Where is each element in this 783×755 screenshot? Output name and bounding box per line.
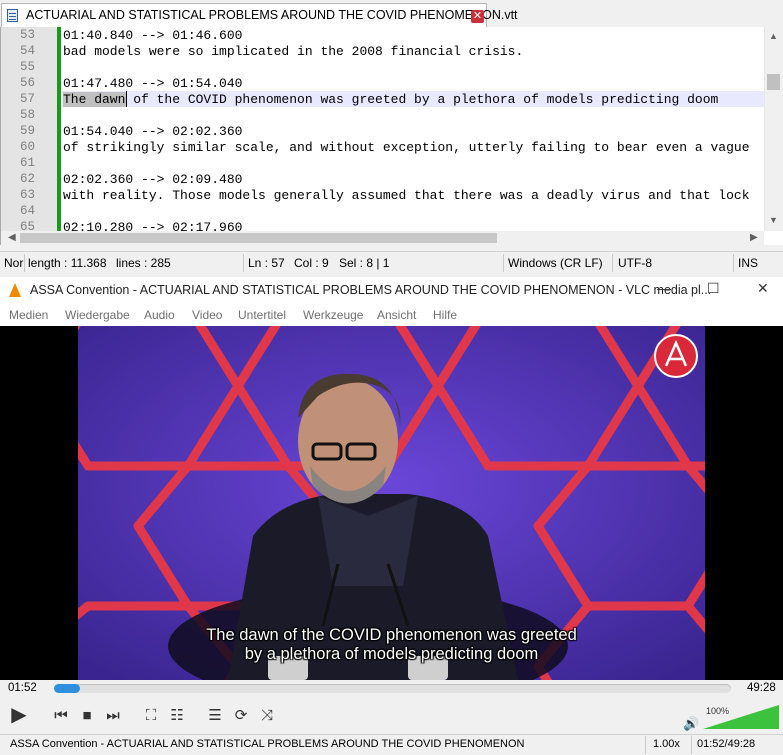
stop-button[interactable]: ■: [74, 702, 100, 728]
status-length: length : 11.368: [28, 256, 107, 270]
volume-icon[interactable]: 🔊: [683, 716, 699, 732]
line-number: 62: [19, 172, 35, 186]
editor-tab-title: ACTUARIAL AND STATISTICAL PROBLEMS AROUN…: [26, 8, 518, 22]
play-button[interactable]: ▶: [6, 701, 32, 727]
shuffle-icon[interactable]: ⤨: [254, 702, 280, 728]
line-number: 55: [19, 60, 35, 74]
menu-ansicht[interactable]: Ansicht: [377, 308, 416, 322]
editor-tab[interactable]: ACTUARIAL AND STATISTICAL PROBLEMS AROUN…: [1, 3, 518, 27]
status-sel: Sel : 8 | 1: [339, 256, 390, 270]
playback-controls: ▶ ⏮ ■ ⏭ ⛶ ☷ ☰ ⟳ ⤨: [0, 698, 783, 734]
code-line[interactable]: with reality. Those models generally ass…: [63, 188, 750, 203]
status-col: Col : 9: [294, 256, 329, 270]
scroll-up-icon[interactable]: ▲: [769, 31, 778, 41]
editor-text-area[interactable]: 53 01:40.840 --> 01:46.600 54 bad models…: [0, 27, 783, 245]
minimize-button[interactable]: —: [657, 280, 671, 296]
horizontal-scrollbar[interactable]: ◀ ▶: [1, 231, 764, 245]
status-line: Ln : 57: [248, 256, 285, 270]
seek-slider[interactable]: [54, 684, 731, 693]
status-eol[interactable]: Windows (CR LF): [508, 256, 603, 270]
video-frame[interactable]: The dawn of the COVID phenomenon was gre…: [78, 326, 705, 680]
menu-audio[interactable]: Audio: [144, 308, 175, 322]
status-file-type: Nor: [4, 256, 24, 270]
scroll-right-icon[interactable]: ▶: [750, 232, 758, 243]
total-time[interactable]: 49:28: [747, 682, 776, 694]
status-media-title: ASSA Convention - ACTUARIAL AND STATISTI…: [10, 738, 525, 750]
scroll-left-icon[interactable]: ◀: [8, 232, 16, 243]
menu-medien[interactable]: Medien: [9, 308, 48, 322]
menu-untertitel[interactable]: Untertitel: [238, 308, 286, 322]
elapsed-time[interactable]: 01:52: [8, 682, 37, 694]
subtitle-line: by a plethora of models predicting doom: [244, 645, 539, 663]
menu-werkzeuge[interactable]: Werkzeuge: [303, 308, 363, 322]
horizontal-scroll-thumb[interactable]: [20, 233, 497, 243]
video-area[interactable]: The dawn of the COVID phenomenon was gre…: [0, 326, 783, 680]
subtitle-line: The dawn of the COVID phenomenon was gre…: [206, 626, 577, 644]
file-icon: [7, 9, 18, 22]
code-line[interactable]: 02:02.360 --> 02:09.480: [63, 172, 242, 187]
playback-speed[interactable]: 1.00x: [653, 738, 680, 750]
menu-hilfe[interactable]: Hilfe: [433, 308, 457, 322]
next-button[interactable]: ⏭: [100, 702, 126, 728]
line-number: 53: [19, 28, 35, 42]
close-icon[interactable]: ✕: [471, 10, 484, 23]
change-history-bar: [57, 27, 61, 231]
vlc-window-title: ASSA Convention - ACTUARIAL AND STATISTI…: [30, 283, 712, 297]
menu-wiedergabe[interactable]: Wiedergabe: [65, 308, 130, 322]
status-encoding[interactable]: UTF-8: [618, 256, 652, 270]
scroll-down-icon[interactable]: ▼: [769, 215, 778, 225]
code-line[interactable]: 01:54.040 --> 02:02.360: [63, 124, 242, 139]
line-number: 64: [19, 204, 35, 218]
line-number: 54: [19, 44, 35, 58]
line-number: 60: [19, 140, 35, 154]
code-line[interactable]: of strikingly similar scale, and without…: [63, 140, 750, 155]
code-line[interactable]: The dawn of the COVID phenomenon was gre…: [63, 92, 718, 107]
subtitle-overlay: The dawn of the COVID phenomenon was gre…: [78, 626, 705, 664]
fullscreen-icon[interactable]: ⛶: [138, 702, 164, 728]
vlc-menu-bar: Medien Wiedergabe Audio Video Untertitel…: [0, 304, 783, 326]
line-number: 57: [19, 92, 35, 106]
status-lines: lines : 285: [116, 256, 171, 270]
extended-settings-icon[interactable]: ☷: [164, 702, 190, 728]
vertical-scrollbar[interactable]: ▲ ▼: [764, 27, 783, 231]
code-line[interactable]: 01:40.840 --> 01:46.600: [63, 28, 242, 43]
code-line[interactable]: bad models were so implicated in the 200…: [63, 44, 523, 59]
line-number: 56: [19, 76, 35, 90]
vlc-cone-icon: [9, 283, 21, 297]
playlist-icon[interactable]: ☰: [202, 702, 228, 728]
maximize-button[interactable]: ☐: [707, 280, 720, 297]
code-line[interactable]: 01:47.480 --> 01:54.040: [63, 76, 242, 91]
menu-video[interactable]: Video: [192, 308, 222, 322]
line-number: 58: [19, 108, 35, 122]
previous-button[interactable]: ⏮: [48, 702, 74, 728]
seek-progress: [54, 684, 80, 693]
status-insert-mode[interactable]: INS: [738, 256, 758, 270]
volume-slider[interactable]: [703, 705, 779, 729]
vlc-status-bar: ASSA Convention - ACTUARIAL AND STATISTI…: [0, 734, 783, 755]
close-button[interactable]: ✕: [757, 280, 769, 297]
editor-status-bar: Nor length : 11.368 lines : 285 Ln : 57 …: [0, 251, 783, 274]
loop-icon[interactable]: ⟳: [228, 702, 254, 728]
line-number: 59: [19, 124, 35, 138]
line-number: 61: [19, 156, 35, 170]
status-time[interactable]: 01:52/49:28: [697, 738, 755, 750]
vertical-scroll-thumb[interactable]: [767, 74, 780, 90]
line-number: 63: [19, 188, 35, 202]
